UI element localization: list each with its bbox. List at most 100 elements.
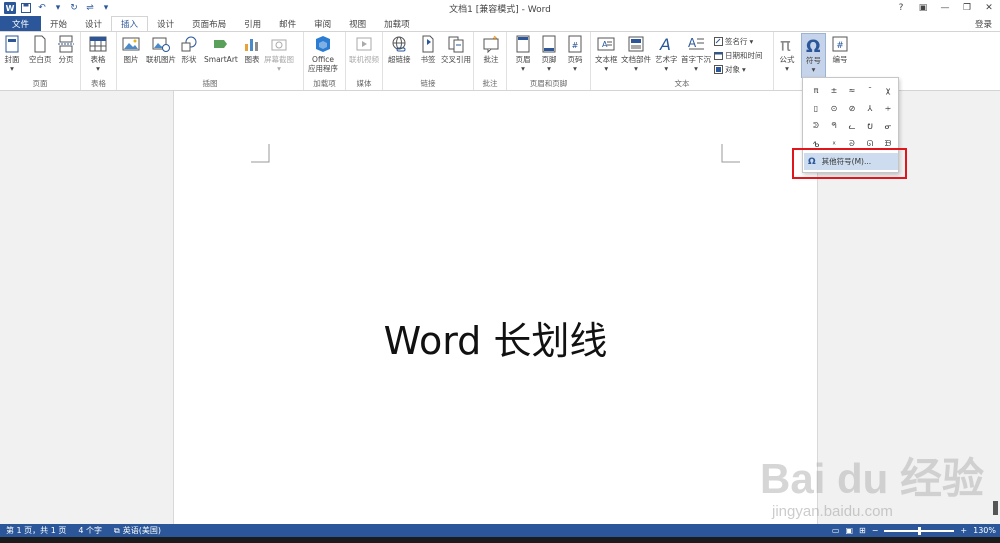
tab-design[interactable]: 设计 [76, 16, 111, 31]
document-body-text[interactable]: Word 长划线 [174, 310, 817, 365]
proofing-icon: ⧉ [114, 525, 120, 535]
chevron-down-icon[interactable]: ▾ [52, 2, 64, 14]
symbol-button[interactable]: Ω 符号 ▾ [801, 33, 826, 78]
symbol-cell[interactable]: ≈ [843, 81, 861, 99]
status-word-count[interactable]: 4 个字 [72, 525, 108, 536]
restore-button[interactable]: ❐ [956, 0, 978, 16]
web-layout-icon[interactable]: ⊞ [859, 526, 866, 535]
chevron-down-icon: ▾ [96, 64, 100, 73]
date-time-button[interactable]: 日期和时间 [714, 50, 763, 61]
tab-mailings[interactable]: 邮件 [270, 16, 305, 31]
symbol-cell[interactable]: π [807, 81, 825, 99]
help-button[interactable]: ? [890, 0, 912, 16]
wordart-button[interactable]: A 艺术字 ▾ [655, 35, 678, 73]
ribbon-display-options-button[interactable]: ▣ [912, 0, 934, 16]
signature-icon [714, 37, 723, 46]
group-pages: 封面 ▾ 空白页 分页 页面 [0, 32, 81, 90]
tab-home[interactable]: 开始 [41, 16, 76, 31]
symbol-cell[interactable]: ▯ [807, 99, 825, 117]
redo-icon[interactable]: ↻ [68, 2, 80, 14]
tab-references[interactable]: 引用 [235, 16, 270, 31]
symbol-cell[interactable]: χ [879, 81, 897, 99]
group-links: 超链接 书签 交叉引用 链接 [383, 32, 474, 90]
text-box-button[interactable]: A 文本框 ▾ [595, 35, 618, 73]
bookmark-icon [422, 35, 434, 53]
zoom-slider[interactable] [884, 526, 955, 535]
header-button[interactable]: 页眉 ▾ [514, 35, 532, 73]
drop-cap-button[interactable]: A 首字下沉 ▾ [681, 35, 711, 73]
symbol-cell[interactable]: ⊙ [825, 99, 843, 117]
customize-icon[interactable]: ⇌ [84, 2, 96, 14]
symbol-cell[interactable]: ᓂ [879, 117, 897, 135]
read-mode-icon[interactable]: ▭ [832, 526, 840, 535]
online-video-button[interactable]: 联机视频 [349, 35, 379, 64]
chevron-down-icon: ▾ [742, 65, 746, 74]
zoom-out-icon[interactable]: − [872, 526, 879, 535]
minimize-button[interactable]: — [934, 0, 956, 16]
symbol-cell[interactable]: ⊘ [843, 99, 861, 117]
numbering-button[interactable]: # 编号 [831, 35, 849, 64]
svg-text:#: # [836, 41, 844, 51]
undo-icon[interactable]: ↶ [36, 2, 48, 14]
picture-button[interactable]: 图片 [122, 35, 140, 64]
symbol-cell[interactable]: ∻ [879, 99, 897, 117]
symbol-cell[interactable]: ᖗ [825, 117, 843, 135]
tab-insert[interactable]: 插入 [111, 16, 149, 31]
close-button[interactable]: ✕ [978, 0, 1000, 16]
hyperlink-button[interactable]: 超链接 [388, 35, 411, 64]
pi-icon: π [780, 35, 791, 53]
tab-page-layout[interactable]: 页面布局 [183, 16, 235, 31]
tab-design-2[interactable]: 设计 [148, 16, 183, 31]
comment-button[interactable]: 批注 [482, 35, 500, 64]
save-icon[interactable] [20, 2, 32, 14]
chart-button[interactable]: 图表 [243, 35, 261, 64]
blank-page-button[interactable]: 空白页 [29, 35, 52, 64]
shapes-icon [181, 36, 197, 52]
symbol-cell[interactable]: ± [825, 81, 843, 99]
print-layout-icon[interactable]: ▣ [845, 526, 853, 535]
symbol-cell[interactable]: ᕲ [807, 117, 825, 135]
page-break-button[interactable]: 分页 [57, 35, 75, 64]
tab-file[interactable]: 文件 [0, 16, 42, 31]
tab-view[interactable]: 视图 [340, 16, 375, 31]
object-button[interactable]: 对象 ▾ [714, 64, 746, 75]
quick-parts-button[interactable]: 文档部件 ▾ [621, 35, 651, 73]
tab-review[interactable]: 审阅 [305, 16, 340, 31]
online-picture-icon [152, 37, 170, 52]
drop-cap-icon: A [688, 36, 704, 50]
document-page[interactable]: Word 长划线 [173, 91, 818, 524]
login-link[interactable]: 登录 [975, 18, 992, 30]
chevron-down-icon[interactable]: ▾ [100, 2, 112, 14]
symbol-cell[interactable]: ¯ [861, 81, 879, 99]
shapes-button[interactable]: 形状 [180, 35, 198, 64]
tab-addins[interactable]: 加载项 [375, 16, 419, 31]
globe-link-icon [392, 36, 406, 52]
bookmark-button[interactable]: 书签 [419, 35, 437, 64]
symbol-cell[interactable]: ⅄ [861, 99, 879, 117]
zoom-level[interactable]: 130% [973, 526, 996, 535]
symbol-cell[interactable]: ᓚ [843, 117, 861, 135]
page-number-button[interactable]: # 页码 ▾ [566, 35, 584, 73]
office-apps-button[interactable]: Office 应用程序 [308, 35, 338, 73]
symbol-cell[interactable]: ᕞ [861, 117, 879, 135]
status-language[interactable]: ⧉ 英语(美国) [108, 525, 167, 536]
vertical-scrollbar[interactable] [990, 91, 1000, 524]
smartart-button[interactable]: SmartArt [204, 35, 238, 64]
svg-text:#: # [572, 41, 579, 50]
online-picture-button[interactable]: 联机图片 [146, 35, 176, 64]
cross-reference-button[interactable]: 交叉引用 [441, 35, 471, 64]
zoom-in-icon[interactable]: + [960, 526, 967, 535]
scrollbar-thumb[interactable] [993, 501, 998, 515]
equation-button[interactable]: π 公式 ▾ [778, 35, 796, 73]
footer-icon [542, 35, 556, 53]
blank-page-icon [34, 35, 46, 53]
chevron-down-icon: ▾ [277, 64, 281, 73]
group-label: 页眉和页脚 [529, 79, 568, 88]
table-button[interactable]: 表格 ▾ [89, 35, 107, 73]
signature-line-button[interactable]: 签名行 ▾ [714, 36, 753, 47]
status-page-count[interactable]: 第 1 页，共 1 页 [0, 525, 72, 536]
footer-button[interactable]: 页脚 ▾ [540, 35, 558, 73]
screenshot-button[interactable]: 屏幕截图 ▾ [264, 35, 294, 73]
zoom-slider-knob[interactable] [918, 526, 922, 535]
cover-button[interactable]: 封面 ▾ [3, 35, 21, 73]
